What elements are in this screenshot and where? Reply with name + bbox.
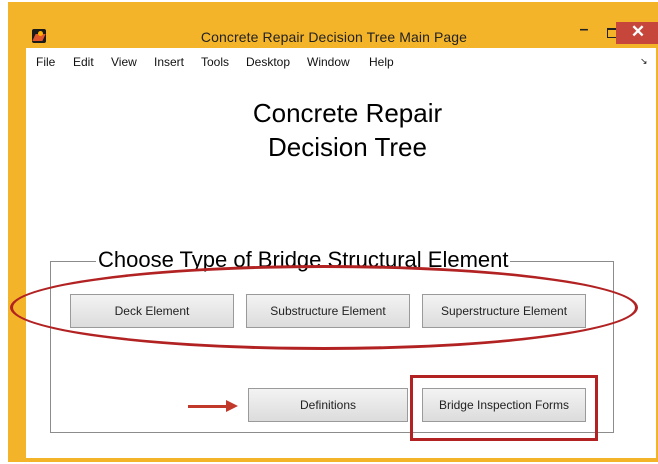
menu-edit[interactable]: Edit [73, 55, 94, 69]
superstructure-element-button[interactable]: Superstructure Element [422, 294, 586, 328]
bottom-edge [26, 452, 656, 458]
minimize-icon: – [579, 21, 589, 38]
menu-desktop[interactable]: Desktop [246, 55, 290, 69]
menu-view[interactable]: View [111, 55, 137, 69]
substructure-element-button[interactable]: Substructure Element [246, 294, 410, 328]
minimize-button[interactable]: – [572, 21, 596, 45]
dock-arrow-icon[interactable]: ↘ [640, 56, 648, 67]
menu-file[interactable]: File [36, 55, 55, 69]
definitions-button[interactable]: Definitions [248, 388, 408, 422]
page-title-line1: Concrete Repair [252, 98, 443, 128]
title-bar[interactable]: Concrete Repair Decision Tree Main Page … [8, 2, 658, 48]
close-button[interactable]: ✕ [616, 22, 658, 44]
arrow-head-icon [226, 400, 238, 412]
close-icon: ✕ [630, 22, 646, 41]
menu-help[interactable]: Help [369, 55, 394, 69]
bridge-inspection-forms-button[interactable]: Bridge Inspection Forms [422, 388, 586, 422]
menu-insert[interactable]: Insert [154, 55, 184, 69]
pointer-arrow-annotation [188, 405, 228, 408]
panel-legend: Choose Type of Bridge Structural Element [96, 247, 511, 273]
page-title: Concrete Repair Decision Tree [190, 96, 505, 164]
menu-window[interactable]: Window [307, 55, 350, 69]
menu-tools[interactable]: Tools [201, 55, 229, 69]
window-title: Concrete Repair Decision Tree Main Page [200, 29, 468, 45]
page-title-line2: Decision Tree [268, 132, 427, 162]
deck-element-button[interactable]: Deck Element [70, 294, 234, 328]
